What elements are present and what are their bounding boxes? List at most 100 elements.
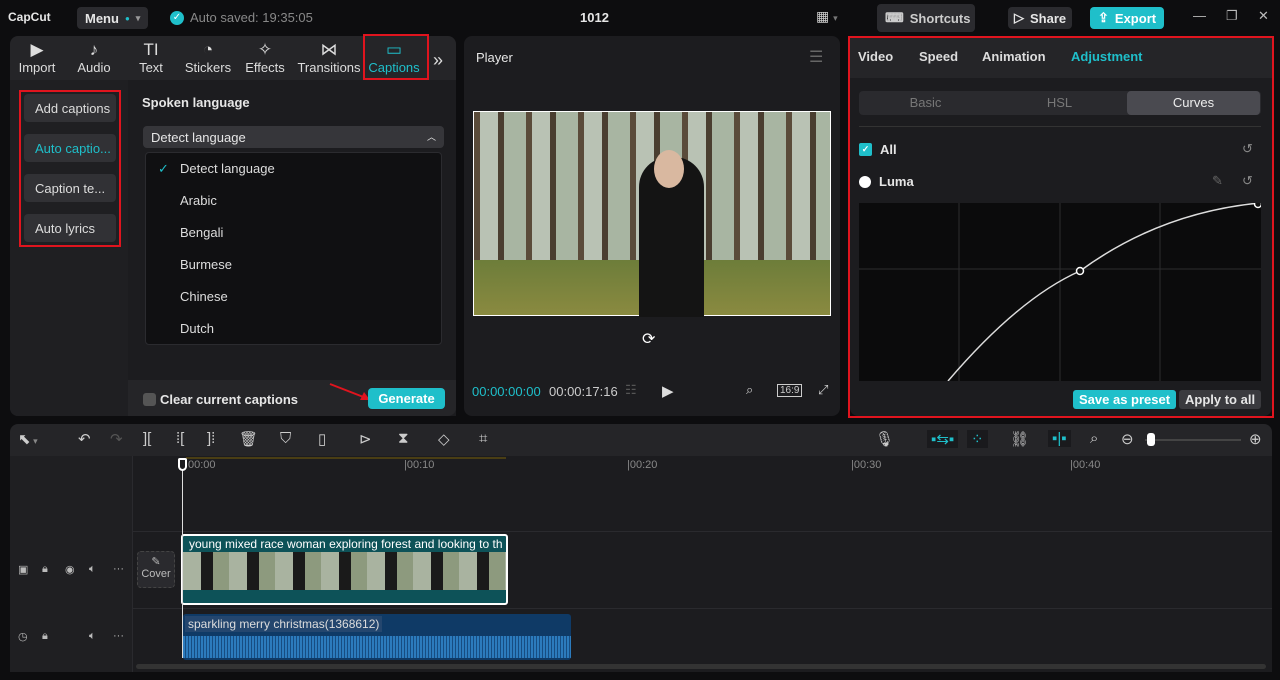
zoom-in-icon[interactable]: ⊕ [1249,430,1262,448]
microphone-icon[interactable]: 🎙 [875,430,894,448]
fit-timeline-icon[interactable]: ⌕ [1090,430,1098,447]
tab-adjustment[interactable]: Adjustment [1071,49,1143,64]
eyedropper-icon[interactable]: ✎ [1212,173,1223,189]
tab-stickers[interactable]: ◔ Stickers [180,40,236,75]
language-option[interactable]: ✓ Detect language [146,153,441,185]
all-channel-checkbox[interactable]: ✓ All [859,142,897,157]
undo-icon[interactable]: ↶ [78,430,91,448]
rotate-clip-icon[interactable]: ◇ [438,430,450,448]
all-label: All [880,142,897,157]
tab-import[interactable]: ▶ Import [9,40,65,75]
grid-icon[interactable]: ☷ [625,382,637,398]
generate-button[interactable]: Generate [368,388,445,409]
link-icon[interactable]: ⛓ [1010,430,1029,448]
auto-lyrics-button[interactable]: Auto lyrics [24,214,116,242]
shortcuts-label: Shortcuts [909,10,971,26]
zoom-slider[interactable] [1145,433,1241,446]
minimize-icon[interactable]: — [1193,8,1206,23]
tab-captions[interactable]: ▭ Captions [366,40,422,75]
split-right-icon[interactable]: ]⁞ [207,430,215,447]
reverse-icon[interactable]: ⊳ [359,430,372,448]
spoken-language-label: Spoken language [142,95,250,110]
volume-icon[interactable]: 🔈︎ [89,630,96,643]
zoom-preview-icon[interactable]: ⌕ [746,382,753,398]
maximize-icon[interactable]: ❐ [1226,8,1238,24]
auto-snap-icon[interactable]: ⁘ [967,430,988,448]
tab-video[interactable]: Video [858,49,893,64]
fullscreen-icon[interactable]: ⤢ [818,382,828,398]
reset-luma-icon[interactable]: ↺ [1242,173,1253,189]
subtab-curves[interactable]: Curves [1127,91,1260,115]
freeze-icon[interactable]: ▯ [318,430,326,448]
eye-icon[interactable]: ◉ [65,563,75,576]
divider [859,126,1261,127]
tab-label: Text [139,60,163,75]
red-arrow-icon [329,383,370,400]
option-label: Detect language [180,161,275,176]
audio-icon: ♪ [89,40,99,59]
project-title: 1012 [580,10,609,25]
curve-end-point [1253,203,1261,209]
chevron-up-icon: ︿ [426,132,436,142]
tab-speed[interactable]: Speed [919,49,958,64]
playhead[interactable] [178,458,187,658]
rotate-icon[interactable]: ⟳ [642,329,655,349]
split-icon[interactable]: ][ [143,430,151,447]
layout-icon[interactable]: ▦ ▾ [816,8,838,25]
close-icon[interactable]: ✕ [1258,8,1269,24]
tab-audio[interactable]: ♪ Audio [66,40,122,75]
zoom-slider-handle[interactable] [1147,433,1155,446]
export-button[interactable]: ⇪ Export [1090,7,1165,29]
shortcuts-button[interactable]: ⌨ Shortcuts [877,4,975,32]
curves-graph[interactable] [859,203,1261,381]
lock-icon[interactable]: 🔒︎ [42,563,48,576]
language-option[interactable]: Bengali [146,217,441,249]
tab-effects[interactable]: ✧ Effects [237,40,293,75]
tab-transitions[interactable]: ⋈ Transitions [296,40,362,75]
captions-icon: ▭ [385,40,403,59]
language-option[interactable]: Arabic [146,185,441,217]
language-option[interactable]: Chinese [146,281,441,313]
magnet-main-track-icon[interactable]: ▪⇆▪ [927,430,959,448]
player-menu-icon[interactable]: ☰ [809,47,823,67]
save-preset-button[interactable]: Save as preset [1073,390,1177,409]
audio-clip[interactable]: sparkling merry christmas(1368612) [183,614,571,660]
cover-button[interactable]: ✎ Cover [137,551,175,588]
mirror-icon[interactable]: ⧗ [398,430,409,447]
marker-icon[interactable]: ⛉ [280,430,291,447]
tab-text[interactable]: TI Text [123,40,179,75]
apply-to-all-button[interactable]: Apply to all [1179,390,1262,409]
delete-icon[interactable]: 🗑 [239,430,258,448]
language-option[interactable]: Burmese [146,249,441,281]
selected-language: Detect language [151,130,246,145]
caption-template-button[interactable]: Caption te... [24,174,116,202]
select-tool-icon[interactable]: ⬉ ▾ [18,430,38,448]
more-icon[interactable]: ··· [113,563,124,575]
share-label: Share [1030,10,1067,26]
split-left-icon[interactable]: ⁞[ [176,430,184,447]
zoom-out-icon[interactable]: ⊖ [1121,430,1134,448]
add-captions-button[interactable]: Add captions [24,94,116,122]
share-button[interactable]: ▷ Share [1008,7,1073,29]
more-tabs-icon[interactable]: » [433,50,443,71]
language-select[interactable]: Detect language ︿ [143,126,444,148]
menu-button[interactable]: Menu ● ▾ [77,7,149,29]
clear-captions-checkbox[interactable]: Clear current captions [143,392,298,407]
more-icon[interactable]: ··· [113,630,124,642]
aspect-ratio-button[interactable]: 16:9 [777,384,803,397]
tab-animation[interactable]: Animation [982,49,1046,64]
reset-all-icon[interactable]: ↺ [1242,141,1253,157]
language-option[interactable]: Dutch [146,313,441,345]
subtab-hsl[interactable]: HSL [993,91,1126,115]
play-icon[interactable]: ▶ [662,382,674,400]
preview-axis-icon[interactable]: ▪|▪ [1048,430,1071,447]
horizontal-scrollbar[interactable] [136,664,1266,669]
video-clip[interactable]: young mixed race woman exploring forest … [181,534,508,605]
luma-channel-radio[interactable]: Luma [859,174,914,189]
crop-icon[interactable]: ⌗ [479,430,487,447]
subtab-basic[interactable]: Basic [859,91,992,115]
volume-icon[interactable]: 🔈︎ [89,563,96,576]
lock-icon[interactable]: 🔒︎ [42,630,48,643]
export-label: Export [1114,10,1157,26]
auto-captions-button[interactable]: Auto captio... [24,134,116,162]
